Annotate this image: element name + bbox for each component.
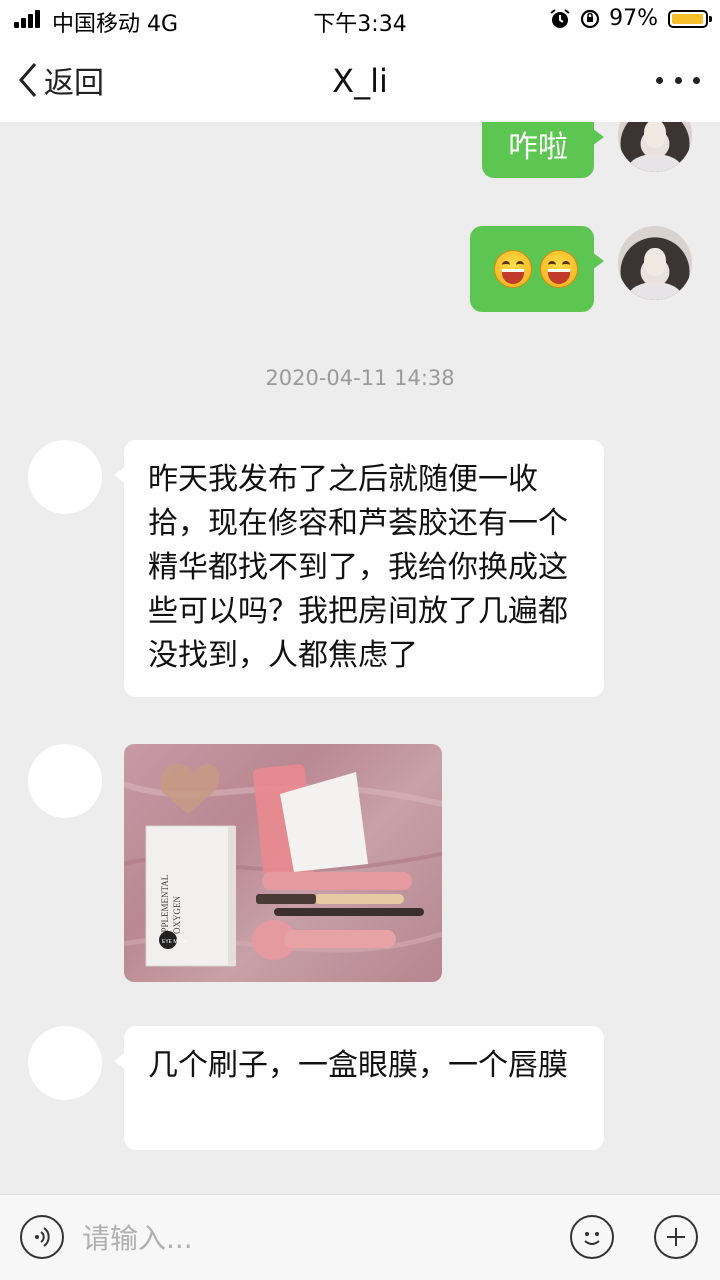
received-message-text: 昨天我发布了之后就随便一收拾，现在修容和芦荟胶还有一个精华都找不到了，我给你换成… [148,462,568,673]
message-input[interactable] [80,1211,554,1265]
contact-avatar[interactable] [28,440,102,514]
more-icon [656,76,663,84]
laughing-emoji-icon [540,250,578,288]
alarm-icon [549,8,571,30]
emoji-button[interactable] [570,1215,614,1259]
plus-icon [667,1228,685,1246]
sent-message-text: 咋啦 [508,130,568,165]
chat-title: X_li [332,62,388,100]
contact-avatar[interactable] [28,744,102,818]
my-avatar[interactable] [618,226,692,300]
input-bar [0,1194,720,1280]
battery-percent: 97% [609,6,658,31]
add-button[interactable] [654,1215,698,1259]
smiley-icon [584,1232,600,1245]
received-message-bubble[interactable]: 昨天我发布了之后就随便一收拾，现在修容和芦荟胶还有一个精华都找不到了，我给你换成… [114,440,604,697]
received-photo[interactable]: SUPPLEMENTAL OXYGEN EYE MASK [124,744,442,982]
contact-avatar[interactable] [28,1026,102,1100]
received-message-text: 几个刷子，一盒眼膜，一个唇膜 [148,1048,568,1083]
chat-area[interactable]: 咋啦 2020-04-11 14:38 昨天我发布了之后就随便一收拾，现在修容和… [0,122,720,1194]
rotation-lock-icon [579,8,601,30]
nav-bar: 返回 X_li [0,38,720,122]
sent-message-bubble[interactable]: 咋啦 [482,122,604,178]
photo-content: SUPPLEMENTAL OXYGEN EYE MASK [124,763,442,967]
battery-icon [668,9,712,28]
box-label-2: OXYGEN [172,896,182,934]
laughing-emoji-icon [494,250,532,288]
sent-emoji-bubble[interactable] [470,226,604,312]
voice-button[interactable] [20,1215,64,1259]
voice-icon [35,1227,50,1247]
more-options-button[interactable] [656,68,700,92]
box-brand: EYE MASK [162,939,188,945]
my-avatar[interactable] [618,122,692,172]
received-message-bubble[interactable]: 几个刷子，一盒眼膜，一个唇膜 [114,1026,604,1150]
status-bar: 中国移动 4G 下午3:34 97% [0,0,720,38]
message-timestamp: 2020-04-11 14:38 [265,366,455,390]
